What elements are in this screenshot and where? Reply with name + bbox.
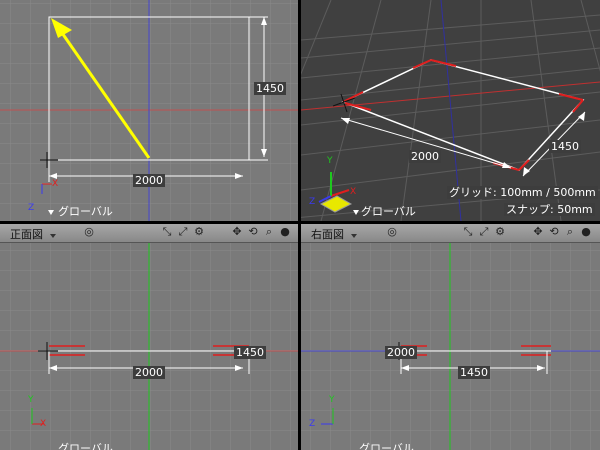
snap-info: スナップ: 50mm	[504, 203, 595, 216]
perspective-view-pane[interactable]: 2000 1450 Y X Z グローバル グリッド: 100mm / 500m…	[301, 0, 600, 221]
front-width-dimension: 2000	[133, 366, 165, 379]
right-view-title[interactable]: 右面図	[311, 226, 344, 242]
top-width-dimension: 2000	[133, 174, 165, 187]
persp-coordinate-system[interactable]: グローバル	[361, 205, 416, 218]
persp-axis-y-label: Y	[327, 156, 333, 166]
right-axis-z-label: Z	[309, 419, 316, 429]
sphere-icon[interactable]: ●	[278, 225, 292, 239]
front-coordinate-system[interactable]: グローバル	[58, 442, 113, 450]
top-view-pane[interactable]: 2000 1450 X Z グローバル	[0, 0, 298, 221]
rotate-icon[interactable]: ⟲	[246, 225, 260, 239]
coordinate-menu-arrow-icon[interactable]	[48, 210, 54, 215]
pan-icon[interactable]: ✥	[531, 225, 545, 239]
right-view-pane[interactable]: 右面図 ◎ ⤡ ⤢ ⚙ ✥ ⟲ ⌕ ● 2000 1450 Y Z グローバル	[301, 224, 600, 450]
front-depth-dimension: 1450	[234, 346, 266, 359]
top-coordinate-system[interactable]: グローバル	[58, 205, 113, 218]
right-view-toolbar: 右面図 ◎ ⤡ ⤢ ⚙ ✥ ⟲ ⌕ ●	[301, 224, 600, 243]
front-axis-y-label: Y	[28, 395, 34, 405]
persp-axis-x-label: X	[350, 187, 357, 197]
zoom-icon[interactable]: ⌕	[563, 225, 577, 239]
view-fit-all-icon[interactable]: ⤢	[477, 225, 491, 239]
front-view-canvas[interactable]	[0, 224, 298, 450]
view-fit-all-icon[interactable]: ⤢	[176, 225, 190, 239]
target-icon[interactable]: ◎	[385, 225, 399, 239]
persp-depth-dimension: 1450	[549, 140, 581, 153]
top-view-canvas[interactable]	[0, 0, 298, 221]
sphere-icon[interactable]: ●	[579, 225, 593, 239]
grid-info: グリッド: 100mm / 500mm	[447, 186, 598, 199]
front-view-menu-arrow-icon[interactable]	[50, 234, 56, 238]
front-view-toolbar: 正面図 ◎ ⤡ ⤢ ⚙ ✥ ⟲ ⌕ ●	[0, 224, 298, 243]
front-axis-x-label: X	[40, 419, 47, 429]
persp-width-dimension: 2000	[409, 150, 441, 163]
target-icon[interactable]: ◎	[82, 225, 96, 239]
persp-coordinate-menu-arrow-icon[interactable]	[353, 210, 359, 215]
top-axis-z-label: Z	[28, 203, 35, 213]
persp-axis-z-label: Z	[309, 197, 316, 207]
front-view-pane[interactable]: 正面図 ◎ ⤡ ⤢ ⚙ ✥ ⟲ ⌕ ● 1450 2000 Y X グローバル	[0, 224, 298, 450]
settings-icon[interactable]: ⚙	[192, 225, 206, 239]
view-fit-icon[interactable]: ⤡	[461, 225, 475, 239]
pan-icon[interactable]: ✥	[230, 225, 244, 239]
right-axis-y-label: Y	[329, 395, 335, 405]
settings-icon[interactable]: ⚙	[493, 225, 507, 239]
front-view-title[interactable]: 正面図	[10, 226, 43, 242]
right-width-dimension: 1450	[458, 366, 490, 379]
view-fit-icon[interactable]: ⤡	[160, 225, 174, 239]
right-view-canvas[interactable]	[301, 224, 600, 450]
zoom-icon[interactable]: ⌕	[262, 225, 276, 239]
top-axis-x-label: X	[52, 179, 59, 189]
right-view-menu-arrow-icon[interactable]	[351, 234, 357, 238]
top-depth-dimension: 1450	[254, 82, 286, 95]
right-depth-dimension: 2000	[385, 346, 417, 359]
rotate-icon[interactable]: ⟲	[547, 225, 561, 239]
right-coordinate-system[interactable]: グローバル	[359, 442, 414, 450]
